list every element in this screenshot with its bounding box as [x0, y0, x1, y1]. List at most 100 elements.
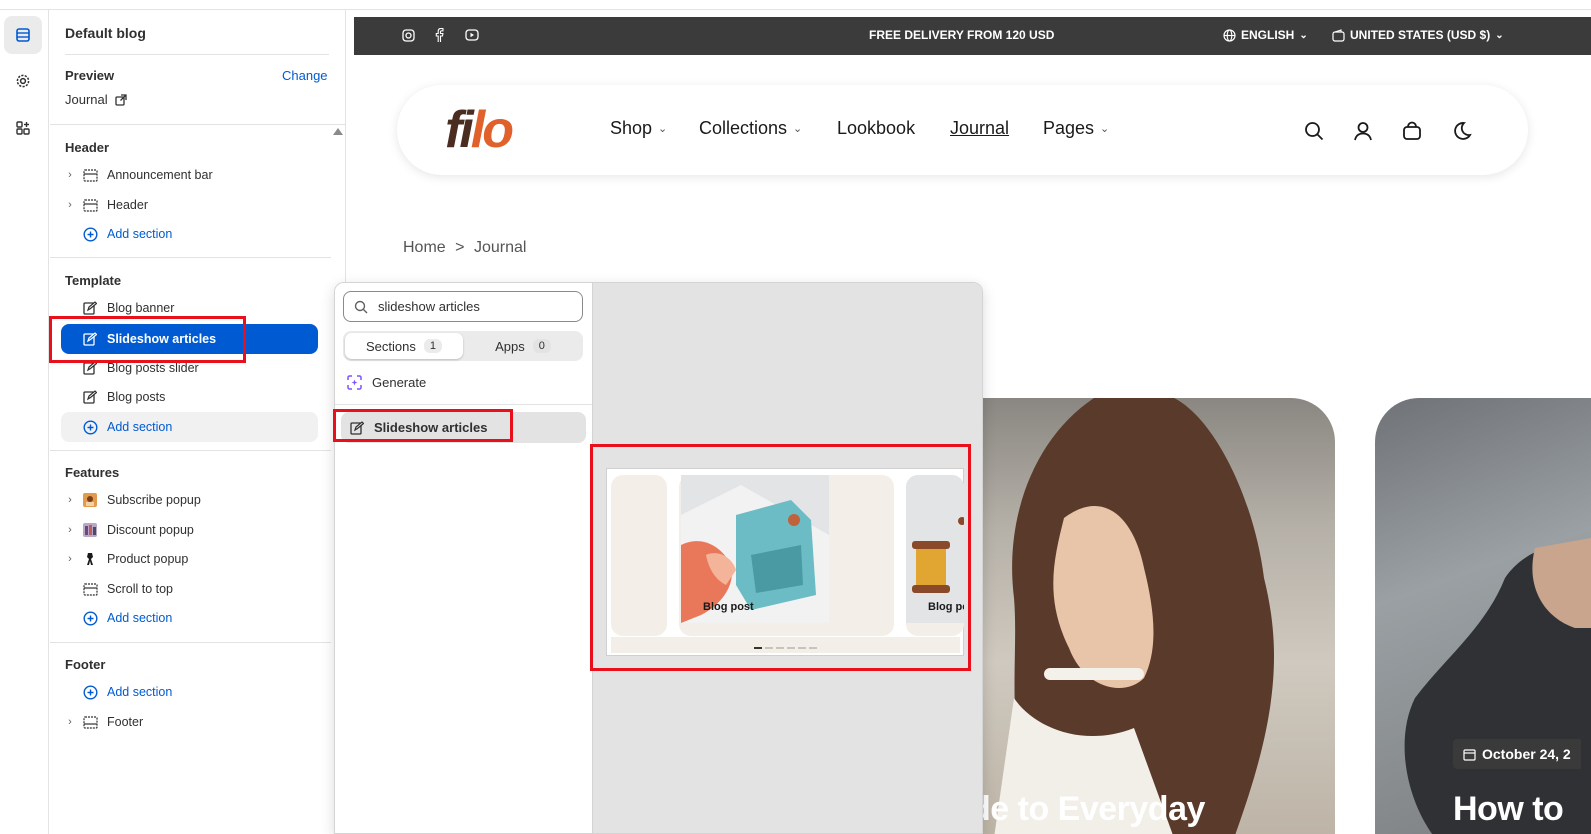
account-icon[interactable]: [1353, 121, 1373, 141]
nav-label: Lookbook: [837, 118, 916, 138]
generate-button[interactable]: Generate: [347, 375, 426, 390]
wallet-icon: [1332, 28, 1345, 42]
add-section-features[interactable]: Add section: [61, 604, 318, 632]
edit-section-icon: [79, 361, 101, 375]
slideshow-slide-image[interactable]: de to Everyday: [974, 398, 1335, 834]
nav-pages[interactable]: Pages ⌄: [1043, 118, 1109, 139]
app-image-icon: [79, 493, 101, 507]
add-section-footer[interactable]: Add section: [61, 678, 318, 706]
globe-icon: [1223, 28, 1236, 42]
divider: [335, 404, 592, 405]
apps-icon: [16, 121, 30, 135]
search-icon[interactable]: [1304, 121, 1324, 141]
edit-section-icon: [79, 301, 101, 315]
tree-item-label: Announcement bar: [107, 168, 213, 182]
article-date: October 24, 2: [1482, 746, 1571, 762]
facebook-icon[interactable]: [434, 28, 444, 43]
tree-item-blog-banner[interactable]: Blog banner: [61, 294, 318, 322]
nav-collections[interactable]: Collections ⌄: [699, 118, 802, 139]
plus-circle-icon: [79, 419, 101, 435]
announcement-text: FREE DELIVERY FROM 120 USD: [869, 28, 1055, 42]
tree-item-header[interactable]: › Header: [61, 191, 318, 219]
store-header: filofilo Shop ⌄ Collections ⌄ Lookbook Jou…: [397, 85, 1528, 175]
preview-page-label: Journal: [65, 92, 108, 107]
slideshow-slide-image[interactable]: October 24, 2 How to: [1375, 398, 1591, 834]
result-slideshow-articles[interactable]: Slideshow articles: [341, 412, 586, 443]
generate-icon: [347, 375, 362, 390]
settings-rail-button[interactable]: [4, 62, 42, 100]
tree-item-blog-posts[interactable]: Blog posts: [61, 383, 318, 411]
nav-lookbook[interactable]: Lookbook: [837, 118, 915, 139]
chevron-right-icon[interactable]: ›: [61, 169, 79, 181]
tree-item-label: Subscribe popup: [107, 493, 201, 507]
gear-icon: [16, 74, 30, 88]
preview-pagination: [611, 637, 960, 653]
chevron-right-icon[interactable]: ›: [61, 199, 79, 211]
tree-item-announcement-bar[interactable]: › Announcement bar: [61, 161, 318, 189]
plus-circle-icon: [79, 610, 101, 626]
tab-apps[interactable]: Apps 0: [465, 333, 581, 359]
picker-tabs: Sections 1 Apps 0: [343, 331, 583, 361]
add-section-label: Add section: [107, 611, 173, 625]
tree-item-label: Blog banner: [107, 301, 175, 315]
features-group-title: Features: [65, 465, 120, 480]
change-preview-link[interactable]: Change: [282, 68, 328, 83]
tree-item-footer[interactable]: › Footer: [61, 708, 318, 736]
plus-circle-icon: [79, 226, 101, 242]
tab-sections[interactable]: Sections 1: [345, 333, 463, 359]
tree-item-blog-posts-slider[interactable]: Blog posts slider: [61, 354, 318, 382]
currency-selector[interactable]: UNITED STATES (USD $) ⌄: [1332, 28, 1504, 42]
pagination-dot: [809, 647, 817, 649]
dark-mode-icon[interactable]: [1452, 121, 1472, 141]
add-section-header[interactable]: Add section: [61, 220, 318, 248]
portrait-image: [994, 398, 1274, 834]
add-section-template[interactable]: Add section: [61, 412, 318, 442]
section-icon: [79, 582, 101, 596]
tree-item-scroll-to-top[interactable]: Scroll to top: [61, 575, 318, 603]
footer-group-title: Footer: [65, 657, 106, 672]
chevron-right-icon[interactable]: ›: [61, 524, 79, 536]
tree-item-label: Blog posts slider: [107, 361, 199, 375]
instagram-icon[interactable]: [402, 29, 415, 42]
chevron-right-icon[interactable]: ›: [61, 716, 79, 728]
breadcrumb: Home > Journal: [403, 239, 526, 257]
pagination-dot: [787, 647, 795, 649]
breadcrumb-separator: >: [455, 239, 465, 256]
cart-icon[interactable]: [1402, 121, 1422, 141]
breadcrumb-home[interactable]: Home: [403, 239, 446, 256]
tree-item-label: Scroll to top: [107, 582, 174, 596]
sections-icon: [16, 28, 30, 42]
template-title: Default blog: [65, 25, 146, 41]
picker-list-panel: slideshow articles Sections 1 Apps 0 Gen…: [335, 283, 592, 833]
sections-rail-button[interactable]: [4, 16, 42, 54]
preview-page[interactable]: Journal: [65, 92, 127, 107]
nav-label: Collections: [699, 118, 788, 138]
tree-item-product-popup[interactable]: › Product popup: [61, 545, 318, 573]
section-search-input[interactable]: slideshow articles: [343, 291, 583, 322]
pagination-dot: [776, 647, 784, 649]
apps-rail-button[interactable]: [4, 109, 42, 147]
nav-journal[interactable]: Journal: [950, 118, 1009, 139]
tab-label: Apps: [495, 338, 525, 354]
nav-shop[interactable]: Shop ⌄: [610, 118, 667, 139]
breadcrumb-current: Journal: [473, 239, 527, 256]
pagination-dot-active: [754, 647, 762, 649]
tree-item-label: Header: [107, 198, 148, 212]
preview-card-title: Blog po: [928, 601, 964, 613]
language-selector[interactable]: ENGLISH ⌄: [1223, 28, 1308, 42]
sections-sidebar: Default blog Preview Change Journal Head…: [50, 10, 346, 834]
store-logo[interactable]: filofilo: [445, 100, 514, 160]
search-icon: [354, 300, 368, 313]
tree-item-discount-popup[interactable]: › Discount popup: [61, 516, 318, 544]
generate-label: Generate: [372, 375, 427, 390]
chevron-right-icon[interactable]: ›: [61, 494, 79, 506]
section-icon: [79, 715, 101, 729]
count-badge: 0: [532, 339, 551, 353]
pagination-dot: [798, 647, 806, 649]
tree-item-subscribe-popup[interactable]: › Subscribe popup: [61, 486, 318, 514]
scroll-up-arrow-icon[interactable]: [333, 128, 343, 135]
chevron-down-icon: ⌄: [1100, 123, 1110, 135]
chevron-right-icon[interactable]: ›: [61, 553, 79, 565]
youtube-icon[interactable]: [465, 29, 479, 41]
tree-item-slideshow-articles[interactable]: Slideshow articles: [61, 324, 318, 354]
